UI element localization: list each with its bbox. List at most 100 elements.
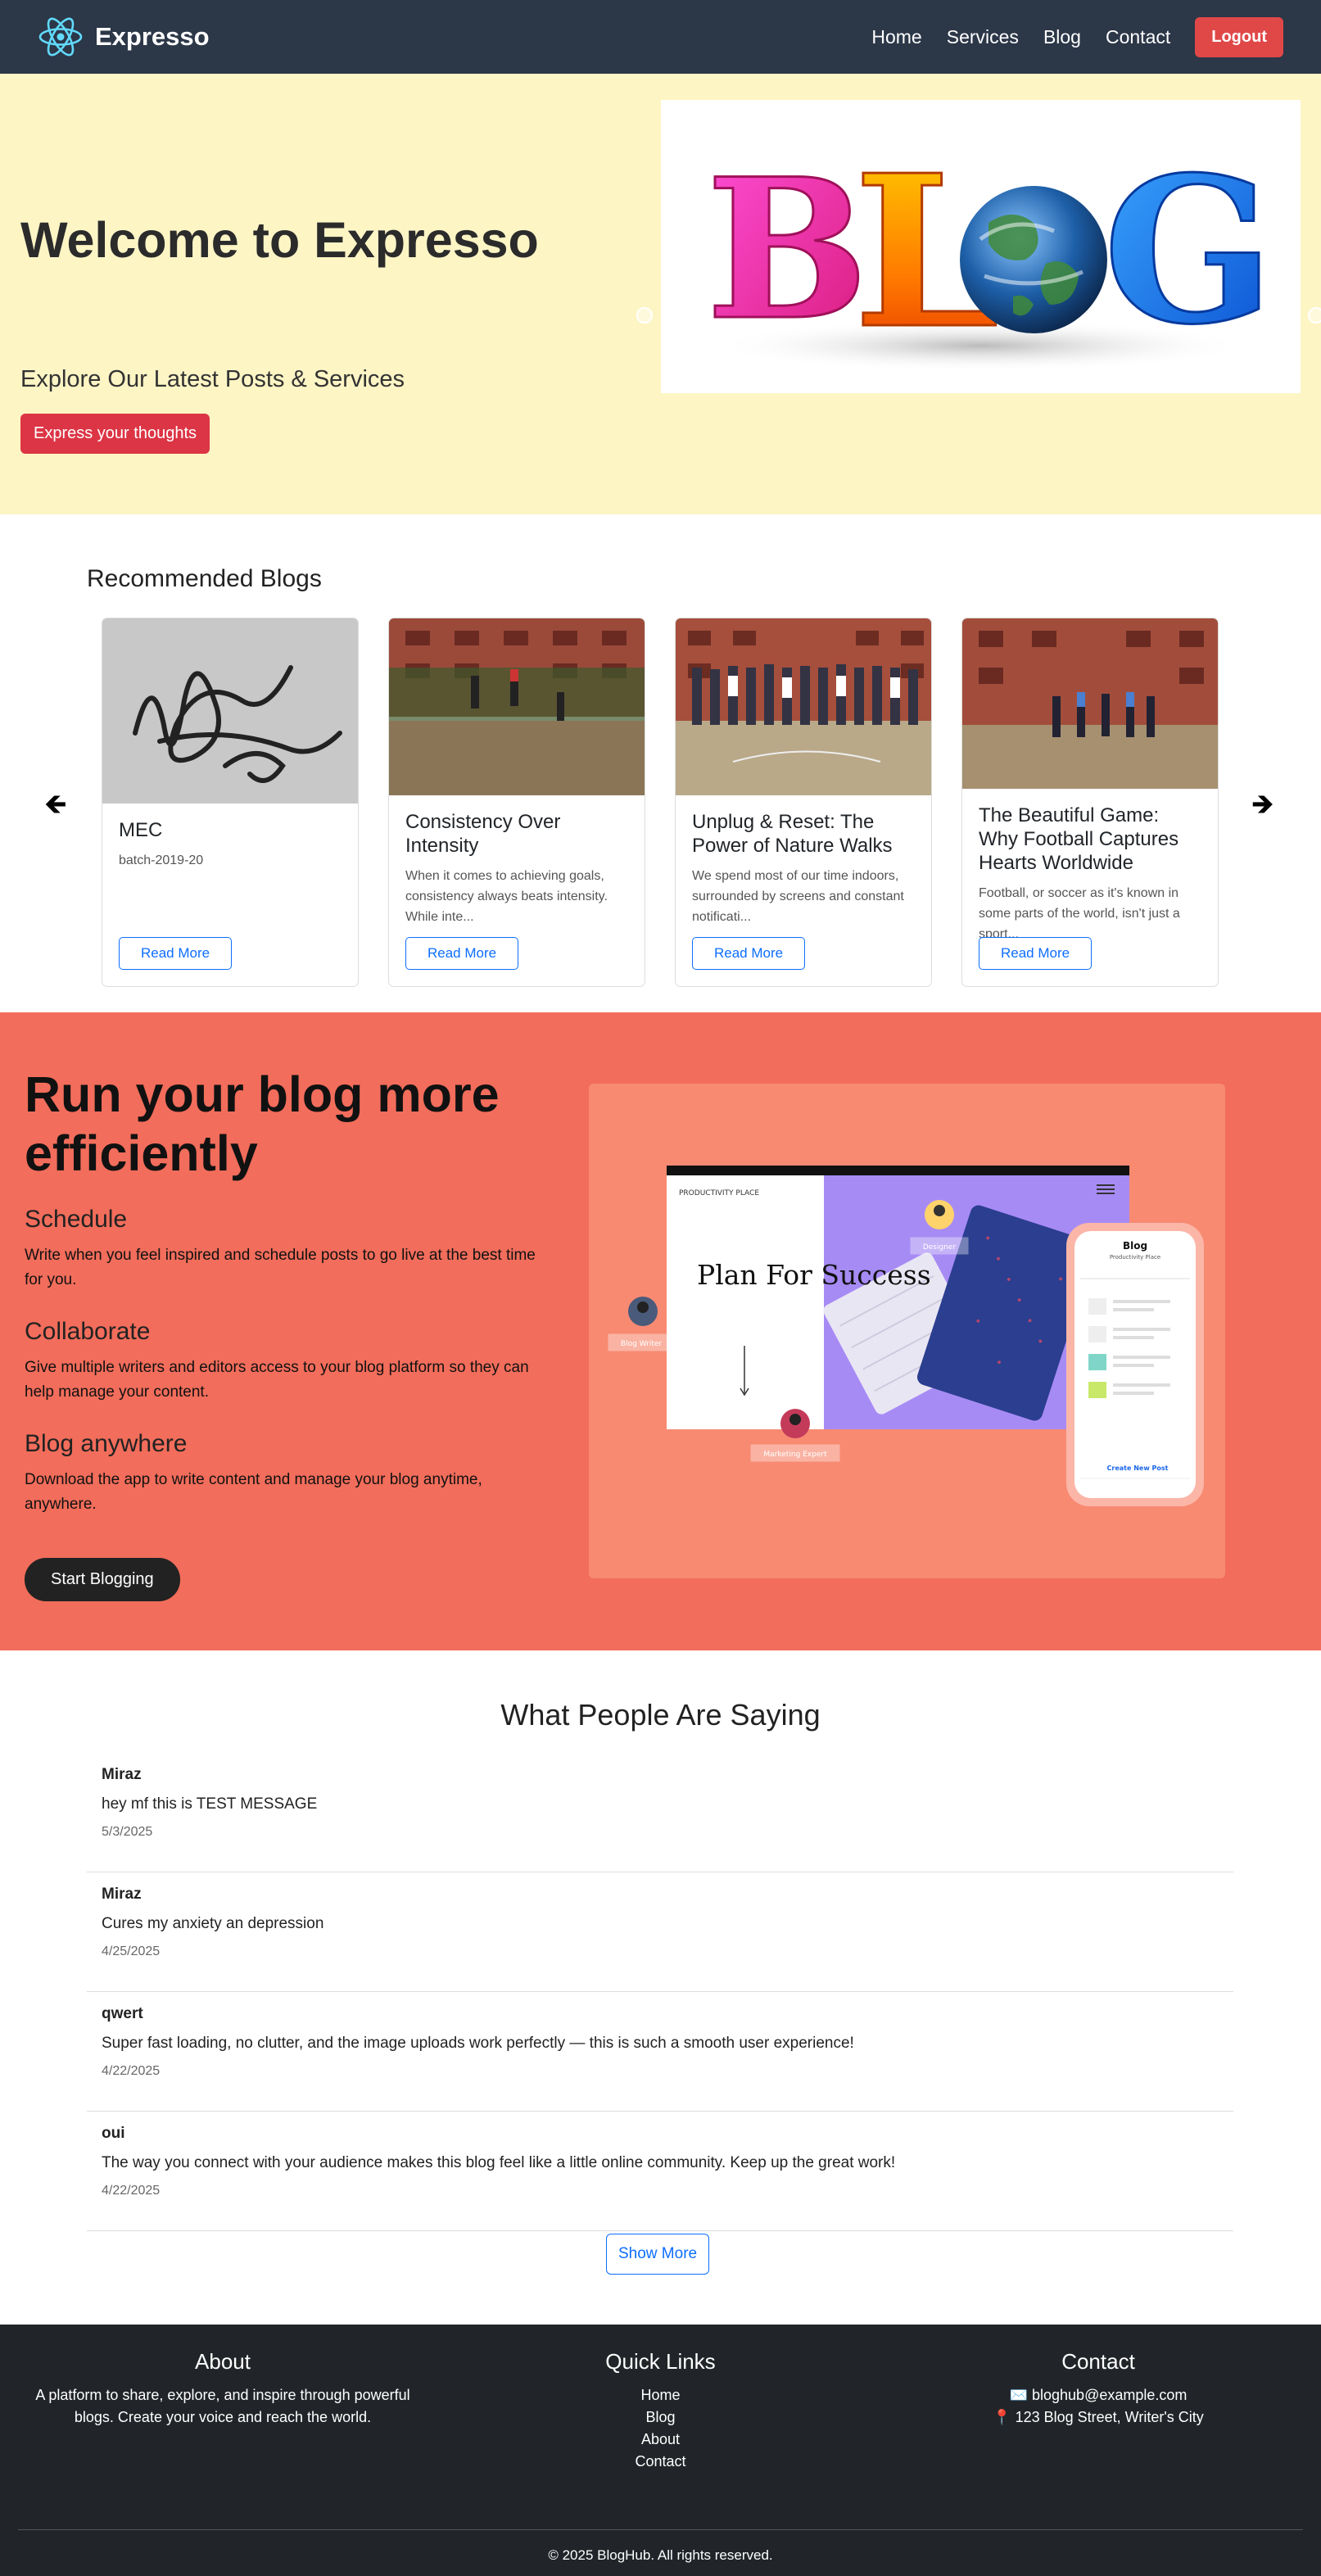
blog-card-image — [102, 618, 358, 804]
feature-text: Download the app to write content and ma… — [25, 1471, 482, 1513]
blog-card-image — [676, 618, 931, 795]
footer: About A platform to share, explore, and … — [0, 2325, 1321, 2576]
hero-title: Welcome to Expresso — [20, 212, 539, 268]
phone-cta: Create New Post — [1107, 1465, 1169, 1472]
testimonial-name: Miraz — [102, 1766, 142, 1783]
testimonials-section: What People Are Saying Miraz hey mf this… — [0, 1650, 1321, 2325]
feature-title: Schedule — [25, 1206, 128, 1233]
blog-card: Unplug & Reset: The Power of Nature Walk… — [675, 618, 932, 987]
hero-section: Welcome to Expresso Explore Our Latest P… — [0, 74, 1321, 514]
footer-link-about[interactable]: About — [446, 2429, 875, 2451]
footer-about: About A platform to share, explore, and … — [0, 2349, 446, 2429]
features-section: Run your blog more efficiently Schedule … — [0, 1012, 1321, 1650]
testimonial-name: qwert — [102, 2005, 143, 2022]
footer-link-home[interactable]: Home — [446, 2384, 875, 2406]
footer-contact-title: Contact — [1061, 2349, 1135, 2374]
testimonial-item: oui The way you connect with your audien… — [87, 2112, 1233, 2231]
testimonial-item: Miraz Cures my anxiety an depression 4/2… — [87, 1872, 1233, 1992]
brand-name: Expresso — [95, 22, 210, 51]
carousel-prev-dot[interactable] — [636, 307, 653, 324]
feature-title: Blog anywhere — [25, 1430, 188, 1457]
footer-divider — [18, 2529, 1303, 2530]
nav-links: Home Services Blog Contact Logout — [871, 16, 1283, 57]
footer-email: ✉️ bloghub@example.com — [1009, 2387, 1188, 2403]
blog-card-image — [962, 618, 1218, 789]
read-more-button[interactable]: Read More — [979, 937, 1093, 970]
arrow-right-icon[interactable]: 🡺 — [1251, 785, 1274, 831]
signature-image — [102, 618, 358, 804]
testimonial-message: Cures my anxiety an depression — [102, 1915, 324, 1932]
blog-card: MEC batch-2019-20 Read More — [102, 618, 359, 987]
copyright: © 2025 BlogHub. All rights reserved. — [548, 2547, 773, 2563]
read-more-button[interactable]: Read More — [692, 937, 806, 970]
mockup-graphic: PRODUCTIVITY PLACE Plan For Success Desi… — [608, 1166, 1204, 1506]
feature-text: Give multiple writers and editors access… — [25, 1359, 529, 1401]
blog-card: The Beautiful Game: Why Football Capture… — [961, 618, 1219, 987]
hero-subtitle: Explore Our Latest Posts & Services — [20, 366, 405, 392]
svg-text:B: B — [706, 137, 869, 363]
show-more-button[interactable]: Show More — [606, 2234, 710, 2275]
players-photo — [962, 618, 1218, 789]
blog-card-body: Unplug & Reset: The Power of Nature Walk… — [676, 795, 931, 942]
footer-link-contact[interactable]: Contact — [446, 2451, 875, 2473]
blog-card-body: MEC batch-2019-20 — [102, 804, 358, 885]
nav-link-blog[interactable]: Blog — [1043, 26, 1081, 48]
blog-card-body: The Beautiful Game: Why Football Capture… — [962, 789, 1218, 959]
testimonial-item: Miraz hey mf this is TEST MESSAGE 5/3/20… — [87, 1753, 1233, 1872]
express-thoughts-button[interactable]: Express your thoughts — [20, 414, 210, 454]
read-more-button[interactable]: Read More — [119, 937, 233, 970]
brand[interactable]: Expresso — [38, 14, 210, 60]
phone-subtitle: Productivity Place — [1110, 1254, 1160, 1261]
nav-link-contact[interactable]: Contact — [1106, 26, 1170, 48]
logout-button[interactable]: Logout — [1195, 16, 1283, 57]
blog-card-body: Consistency Over Intensity When it comes… — [389, 795, 645, 942]
recommended-section: Recommended Blogs 🡸 🡺 MEC batch-2019-20 … — [0, 514, 1321, 1012]
app-mockup-illustration: PRODUCTIVITY PLACE Plan For Success Desi… — [589, 1084, 1225, 1578]
testimonials-heading: What People Are Saying — [500, 1698, 821, 1732]
blog-card-excerpt: When it comes to achieving goals, consis… — [405, 869, 608, 924]
footer-quick-links: Quick Links Home Blog About Contact — [446, 2349, 875, 2473]
features-heading: Run your blog more efficiently — [25, 1066, 500, 1181]
blog-card-excerpt: batch-2019-20 — [119, 853, 204, 867]
start-blogging-button[interactable]: Start Blogging — [25, 1558, 180, 1601]
testimonial-date: 4/25/2025 — [102, 1944, 161, 1958]
testimonial-message: hey mf this is TEST MESSAGE — [102, 1795, 318, 1813]
mock-headline: Plan For Success — [697, 1259, 931, 1291]
svg-text:G: G — [1103, 133, 1274, 369]
testimonial-message: Super fast loading, no clutter, and the … — [102, 2035, 854, 2052]
footer-about-title: About — [195, 2349, 251, 2374]
testimonial-date: 5/3/2025 — [102, 1825, 153, 1839]
nav-link-services[interactable]: Services — [947, 26, 1019, 48]
blog-card-title: The Beautiful Game: Why Football Capture… — [979, 804, 1179, 874]
tag-blog-writer: Blog Writer — [621, 1340, 663, 1348]
recommended-heading: Recommended Blogs — [87, 565, 322, 592]
arrow-left-icon[interactable]: 🡸 — [44, 785, 67, 831]
feature-title: Collaborate — [25, 1318, 151, 1345]
blog-card-title: Unplug & Reset: The Power of Nature Walk… — [692, 811, 893, 857]
testimonial-message: The way you connect with your audience m… — [102, 2154, 896, 2171]
testimonials-list: Miraz hey mf this is TEST MESSAGE 5/3/20… — [87, 1753, 1233, 2231]
feature-blog-anywhere: Blog anywhere Download the app to write … — [25, 1430, 549, 1517]
blog-card-title: Consistency Over Intensity — [405, 811, 561, 857]
tag-marketing: Marketing Expert — [763, 1451, 827, 1459]
testimonial-name: Miraz — [102, 1886, 142, 1903]
read-more-button[interactable]: Read More — [405, 937, 519, 970]
blog-card: Consistency Over Intensity When it comes… — [388, 618, 645, 987]
testimonial-date: 4/22/2025 — [102, 2184, 161, 2198]
react-logo-icon — [38, 17, 83, 57]
football-field-photo — [389, 618, 645, 795]
hero-image: B L G — [661, 100, 1301, 393]
testimonial-name: oui — [102, 2125, 125, 2142]
footer-contact: Contact ✉️ bloghub@example.com 📍 123 Blo… — [875, 2349, 1321, 2429]
blog-3d-logo-image: B L G — [705, 129, 1276, 377]
footer-link-blog[interactable]: Blog — [446, 2406, 875, 2429]
feature-text: Write when you feel inspired and schedul… — [25, 1247, 536, 1288]
blog-card-image — [389, 618, 645, 795]
tag-designer: Designer — [923, 1243, 957, 1252]
blog-card-title: MEC — [119, 819, 163, 841]
footer-address: 📍 123 Blog Street, Writer's City — [993, 2409, 1204, 2425]
blog-card-excerpt: We spend most of our time indoors, surro… — [692, 869, 904, 924]
nav-link-home[interactable]: Home — [871, 26, 921, 48]
carousel-next-dot[interactable] — [1308, 307, 1321, 324]
feature-collaborate: Collaborate Give multiple writers and ed… — [25, 1318, 549, 1405]
